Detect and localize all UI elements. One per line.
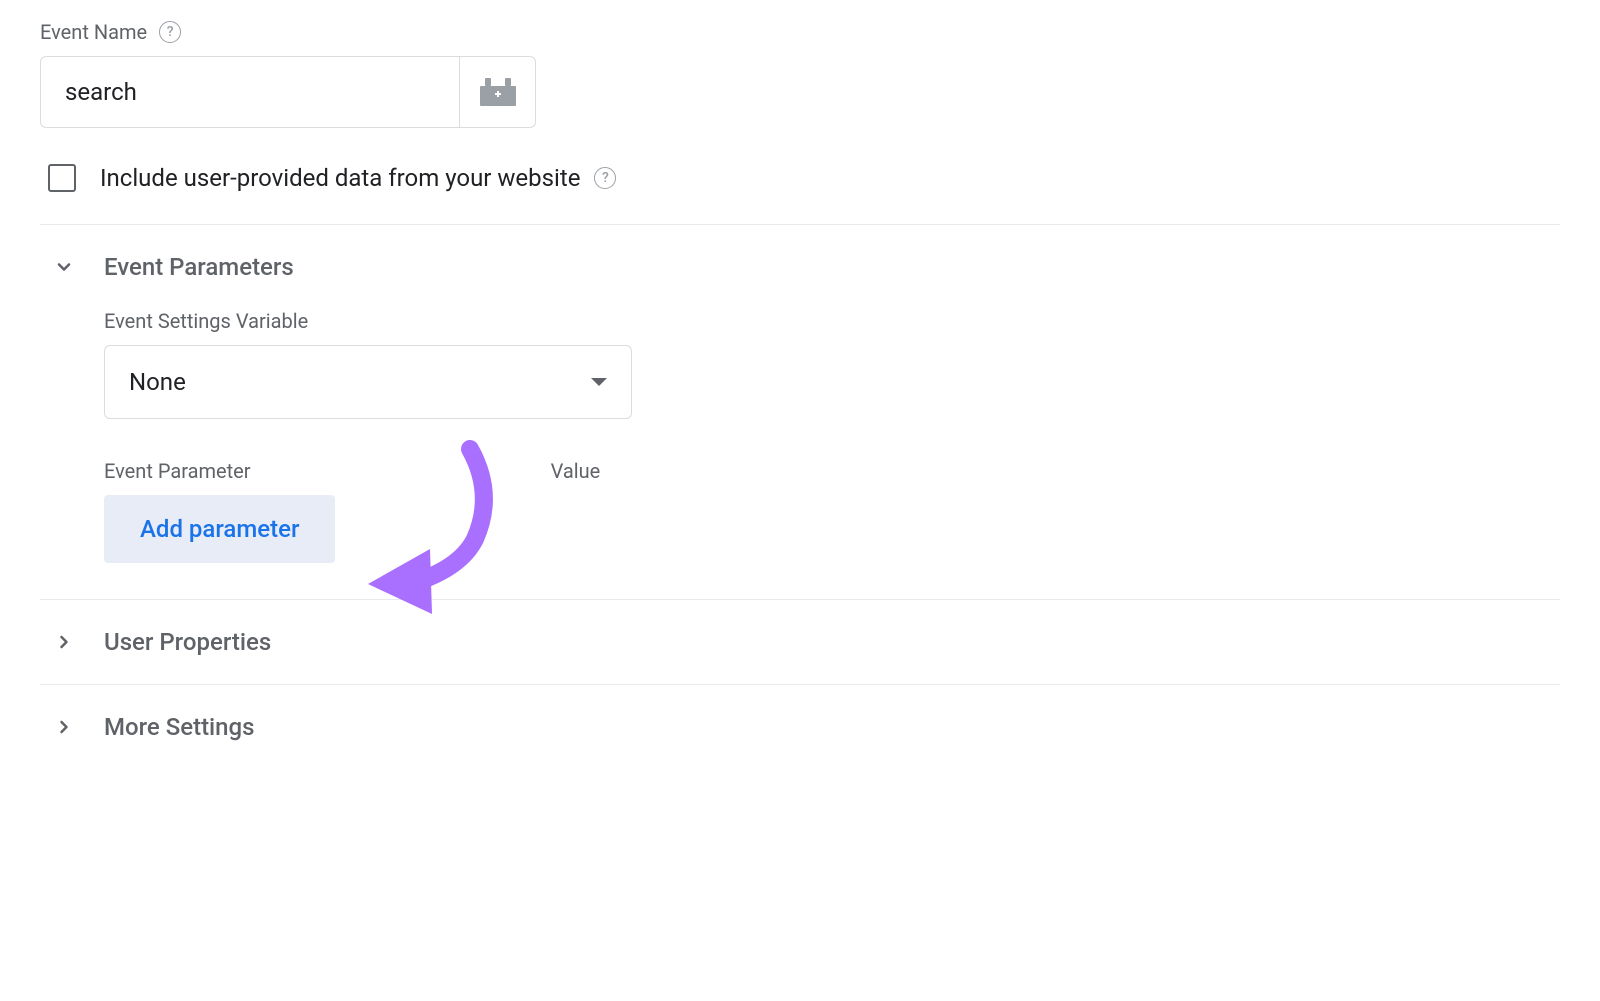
event-settings-variable-label: Event Settings Variable bbox=[104, 309, 1560, 333]
dropdown-arrow-icon bbox=[591, 378, 607, 386]
event-name-row bbox=[40, 56, 1560, 128]
value-column-label: Value bbox=[551, 459, 601, 483]
event-parameter-column-label: Event Parameter bbox=[104, 459, 251, 483]
more-settings-title: More Settings bbox=[104, 713, 255, 741]
event-parameters-title: Event Parameters bbox=[104, 253, 294, 281]
more-settings-section-header[interactable]: More Settings bbox=[40, 685, 1560, 769]
event-template-picker-button[interactable] bbox=[460, 56, 536, 128]
chevron-right-icon bbox=[52, 715, 76, 739]
include-user-data-label: Include user-provided data from your web… bbox=[100, 164, 616, 192]
add-parameter-button[interactable]: Add parameter bbox=[104, 495, 335, 563]
event-name-label: Event Name bbox=[40, 20, 147, 44]
user-properties-title: User Properties bbox=[104, 628, 271, 656]
chevron-right-icon bbox=[52, 630, 76, 654]
help-icon[interactable]: ? bbox=[594, 167, 616, 189]
chevron-down-icon bbox=[52, 255, 76, 279]
event-name-input[interactable] bbox=[40, 56, 460, 128]
help-icon[interactable]: ? bbox=[159, 21, 181, 43]
event-parameters-section-header[interactable]: Event Parameters bbox=[40, 225, 1560, 309]
template-brick-icon bbox=[480, 78, 516, 106]
include-user-data-checkbox[interactable] bbox=[48, 164, 76, 192]
user-properties-section-header[interactable]: User Properties bbox=[40, 600, 1560, 684]
event-settings-variable-dropdown[interactable]: None bbox=[104, 345, 632, 419]
dropdown-selected-value: None bbox=[129, 368, 186, 396]
